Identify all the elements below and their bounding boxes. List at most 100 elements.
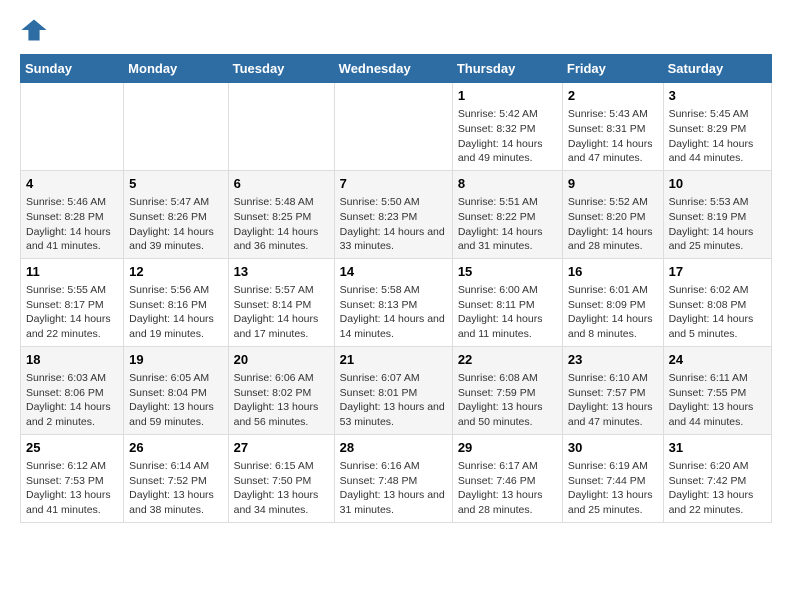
day-number: 25	[26, 439, 118, 457]
calendar-cell: 30 Sunrise: 6:19 AMSunset: 7:44 PMDayligh…	[562, 434, 663, 522]
day-number: 3	[669, 87, 766, 105]
day-info: Sunrise: 5:51 AMSunset: 8:22 PMDaylight:…	[458, 195, 557, 254]
day-number: 28	[340, 439, 447, 457]
calendar-cell: 25 Sunrise: 6:12 AMSunset: 7:53 PMDayligh…	[21, 434, 124, 522]
header-saturday: Saturday	[663, 55, 771, 83]
day-number: 9	[568, 175, 658, 193]
day-info: Sunrise: 5:48 AMSunset: 8:25 PMDaylight:…	[234, 195, 329, 254]
calendar-week-3: 11 Sunrise: 5:55 AMSunset: 8:17 PMDayligh…	[21, 258, 772, 346]
calendar-cell: 4 Sunrise: 5:46 AMSunset: 8:28 PMDaylight…	[21, 170, 124, 258]
day-number: 11	[26, 263, 118, 281]
calendar-week-5: 25 Sunrise: 6:12 AMSunset: 7:53 PMDayligh…	[21, 434, 772, 522]
day-info: Sunrise: 6:06 AMSunset: 8:02 PMDaylight:…	[234, 371, 329, 430]
header-wednesday: Wednesday	[334, 55, 452, 83]
day-number: 24	[669, 351, 766, 369]
day-info: Sunrise: 5:55 AMSunset: 8:17 PMDaylight:…	[26, 283, 118, 342]
day-info: Sunrise: 6:07 AMSunset: 8:01 PMDaylight:…	[340, 371, 447, 430]
day-info: Sunrise: 6:19 AMSunset: 7:44 PMDaylight:…	[568, 459, 658, 518]
calendar-cell: 5 Sunrise: 5:47 AMSunset: 8:26 PMDaylight…	[124, 170, 228, 258]
calendar-cell: 26 Sunrise: 6:14 AMSunset: 7:52 PMDayligh…	[124, 434, 228, 522]
day-info: Sunrise: 6:16 AMSunset: 7:48 PMDaylight:…	[340, 459, 447, 518]
header	[20, 16, 772, 44]
day-info: Sunrise: 6:11 AMSunset: 7:55 PMDaylight:…	[669, 371, 766, 430]
calendar-cell: 16Sunrise: 6:01 AMSunset: 8:09 PMDayligh…	[562, 258, 663, 346]
day-info: Sunrise: 6:10 AMSunset: 7:57 PMDaylight:…	[568, 371, 658, 430]
calendar-header: SundayMondayTuesdayWednesdayThursdayFrid…	[21, 55, 772, 83]
calendar-cell: 1 Sunrise: 5:42 AMSunset: 8:32 PMDaylight…	[452, 83, 562, 171]
header-tuesday: Tuesday	[228, 55, 334, 83]
calendar-cell: 29 Sunrise: 6:17 AMSunset: 7:46 PMDayligh…	[452, 434, 562, 522]
day-number: 30	[568, 439, 658, 457]
calendar-cell: 9 Sunrise: 5:52 AMSunset: 8:20 PMDaylight…	[562, 170, 663, 258]
calendar-cell: 2 Sunrise: 5:43 AMSunset: 8:31 PMDaylight…	[562, 83, 663, 171]
day-number: 18	[26, 351, 118, 369]
calendar-cell: 11 Sunrise: 5:55 AMSunset: 8:17 PMDayligh…	[21, 258, 124, 346]
day-info: Sunrise: 6:17 AMSunset: 7:46 PMDaylight:…	[458, 459, 557, 518]
day-number: 21	[340, 351, 447, 369]
day-number: 26	[129, 439, 222, 457]
calendar-week-4: 18 Sunrise: 6:03 AMSunset: 8:06 PMDayligh…	[21, 346, 772, 434]
calendar-cell: 19 Sunrise: 6:05 AMSunset: 8:04 PMDayligh…	[124, 346, 228, 434]
calendar-cell: 28 Sunrise: 6:16 AMSunset: 7:48 PMDayligh…	[334, 434, 452, 522]
day-info: Sunrise: 5:50 AMSunset: 8:23 PMDaylight:…	[340, 195, 447, 254]
day-info: Sunrise: 5:47 AMSunset: 8:26 PMDaylight:…	[129, 195, 222, 254]
calendar-cell: 3Sunrise: 5:45 AMSunset: 8:29 PMDaylight…	[663, 83, 771, 171]
day-info: Sunrise: 6:08 AMSunset: 7:59 PMDaylight:…	[458, 371, 557, 430]
calendar-cell: 15 Sunrise: 6:00 AMSunset: 8:11 PMDayligh…	[452, 258, 562, 346]
header-monday: Monday	[124, 55, 228, 83]
day-number: 6	[234, 175, 329, 193]
day-number: 10	[669, 175, 766, 193]
logo	[20, 16, 52, 44]
header-sunday: Sunday	[21, 55, 124, 83]
calendar-week-2: 4 Sunrise: 5:46 AMSunset: 8:28 PMDaylight…	[21, 170, 772, 258]
calendar-cell	[124, 83, 228, 171]
calendar-week-1: 1 Sunrise: 5:42 AMSunset: 8:32 PMDaylight…	[21, 83, 772, 171]
calendar-cell: 24 Sunrise: 6:11 AMSunset: 7:55 PMDayligh…	[663, 346, 771, 434]
day-info: Sunrise: 6:00 AMSunset: 8:11 PMDaylight:…	[458, 283, 557, 342]
calendar-cell: 23 Sunrise: 6:10 AMSunset: 7:57 PMDayligh…	[562, 346, 663, 434]
day-number: 5	[129, 175, 222, 193]
day-number: 29	[458, 439, 557, 457]
day-info: Sunrise: 5:46 AMSunset: 8:28 PMDaylight:…	[26, 195, 118, 254]
calendar-cell: 13 Sunrise: 5:57 AMSunset: 8:14 PMDayligh…	[228, 258, 334, 346]
day-info: Sunrise: 6:02 AMSunset: 8:08 PMDaylight:…	[669, 283, 766, 342]
day-number: 19	[129, 351, 222, 369]
day-number: 2	[568, 87, 658, 105]
day-number: 23	[568, 351, 658, 369]
day-info: Sunrise: 6:05 AMSunset: 8:04 PMDaylight:…	[129, 371, 222, 430]
day-number: 16	[568, 263, 658, 281]
calendar-cell: 14Sunrise: 5:58 AMSunset: 8:13 PMDayligh…	[334, 258, 452, 346]
day-info: Sunrise: 5:42 AMSunset: 8:32 PMDaylight:…	[458, 107, 557, 166]
day-number: 27	[234, 439, 329, 457]
day-info: Sunrise: 6:14 AMSunset: 7:52 PMDaylight:…	[129, 459, 222, 518]
day-number: 13	[234, 263, 329, 281]
day-number: 20	[234, 351, 329, 369]
day-number: 15	[458, 263, 557, 281]
calendar-table: SundayMondayTuesdayWednesdayThursdayFrid…	[20, 54, 772, 523]
header-thursday: Thursday	[452, 55, 562, 83]
calendar-cell: 21 Sunrise: 6:07 AMSunset: 8:01 PMDayligh…	[334, 346, 452, 434]
calendar-cell	[334, 83, 452, 171]
day-info: Sunrise: 5:43 AMSunset: 8:31 PMDaylight:…	[568, 107, 658, 166]
day-number: 17	[669, 263, 766, 281]
day-info: Sunrise: 6:15 AMSunset: 7:50 PMDaylight:…	[234, 459, 329, 518]
day-info: Sunrise: 6:20 AMSunset: 7:42 PMDaylight:…	[669, 459, 766, 518]
calendar-cell: 12Sunrise: 5:56 AMSunset: 8:16 PMDayligh…	[124, 258, 228, 346]
day-number: 8	[458, 175, 557, 193]
day-number: 31	[669, 439, 766, 457]
header-friday: Friday	[562, 55, 663, 83]
day-info: Sunrise: 5:52 AMSunset: 8:20 PMDaylight:…	[568, 195, 658, 254]
calendar-cell: 7 Sunrise: 5:50 AMSunset: 8:23 PMDaylight…	[334, 170, 452, 258]
calendar-cell: 22Sunrise: 6:08 AMSunset: 7:59 PMDayligh…	[452, 346, 562, 434]
day-info: Sunrise: 6:12 AMSunset: 7:53 PMDaylight:…	[26, 459, 118, 518]
day-info: Sunrise: 6:03 AMSunset: 8:06 PMDaylight:…	[26, 371, 118, 430]
day-number: 7	[340, 175, 447, 193]
day-info: Sunrise: 5:57 AMSunset: 8:14 PMDaylight:…	[234, 283, 329, 342]
calendar-cell: 27 Sunrise: 6:15 AMSunset: 7:50 PMDayligh…	[228, 434, 334, 522]
day-info: Sunrise: 5:58 AMSunset: 8:13 PMDaylight:…	[340, 283, 447, 342]
calendar-cell: 31 Sunrise: 6:20 AMSunset: 7:42 PMDayligh…	[663, 434, 771, 522]
calendar-cell: 18 Sunrise: 6:03 AMSunset: 8:06 PMDayligh…	[21, 346, 124, 434]
calendar-cell: 8 Sunrise: 5:51 AMSunset: 8:22 PMDaylight…	[452, 170, 562, 258]
day-number: 4	[26, 175, 118, 193]
day-number: 1	[458, 87, 557, 105]
